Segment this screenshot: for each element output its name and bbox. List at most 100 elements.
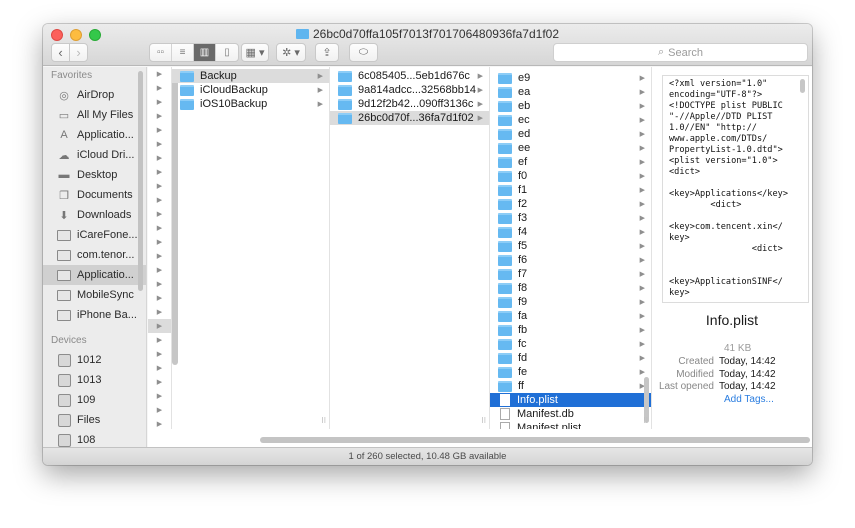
disclosure-arrow-icon[interactable]: ▶ — [148, 137, 171, 151]
disclosure-arrow-icon[interactable]: ▶ — [148, 95, 171, 109]
file-row[interactable]: Manifest.db — [490, 407, 651, 421]
folder-row[interactable]: ea ▶ — [490, 85, 651, 99]
item-name: f2 — [518, 198, 528, 210]
folder-row[interactable]: f6 ▶ — [490, 253, 651, 267]
folder-row[interactable]: f0 ▶ — [490, 169, 651, 183]
forward-button[interactable]: › — [69, 43, 88, 62]
disclosure-arrow-icon[interactable]: ▶ — [148, 151, 171, 165]
folder-row[interactable]: ec ▶ — [490, 113, 651, 127]
preview-scrollbar[interactable] — [800, 79, 805, 93]
folder-row[interactable]: f9 ▶ — [490, 295, 651, 309]
disclosure-arrow-icon: ▶ — [639, 201, 645, 208]
item-name: ed — [518, 128, 531, 140]
disclosure-arrow-icon[interactable]: ▶ — [148, 291, 171, 305]
sidebar-device[interactable]: 1013 — [43, 370, 146, 390]
disclosure-arrow-icon[interactable]: ▶ — [148, 319, 171, 333]
search-input[interactable]: ⌕ Search — [553, 43, 808, 62]
file-row[interactable]: Info.plist — [490, 393, 651, 407]
column-resize-handle[interactable]: II — [644, 416, 648, 425]
share-button[interactable]: ⇪ — [315, 43, 339, 62]
sidebar-item[interactable]: com.tenor... — [43, 245, 146, 265]
sidebar-item[interactable]: MobileSync — [43, 285, 146, 305]
horizontal-scrollbar[interactable] — [260, 437, 810, 443]
sidebar-item[interactable]: ☁ iCloud Dri... — [43, 145, 146, 165]
column-view-button[interactable]: ▥ — [194, 44, 216, 61]
disclosure-arrow-icon[interactable]: ▶ — [148, 249, 171, 263]
disclosure-arrow-icon[interactable]: ▶ — [148, 277, 171, 291]
cover-flow-button[interactable]: ▯ — [216, 44, 238, 61]
sidebar-item[interactable]: iCareFone... — [43, 225, 146, 245]
sidebar-item[interactable]: ◎ AirDrop — [43, 85, 146, 105]
file-row[interactable]: Manifest.plist — [490, 421, 651, 429]
column-resize-handle[interactable]: II — [482, 416, 486, 425]
folder-row[interactable]: e9 ▶ — [490, 71, 651, 85]
folder-row[interactable]: ed ▶ — [490, 127, 651, 141]
folder-row[interactable]: 9d12f2b42...090ff3136c ▶ — [330, 97, 489, 111]
sidebar-item[interactable]: ⬇ Downloads — [43, 205, 146, 225]
folder-row[interactable]: fe ▶ — [490, 365, 651, 379]
disclosure-arrow-icon[interactable]: ▶ — [148, 235, 171, 249]
folder-row[interactable]: f7 ▶ — [490, 267, 651, 281]
folder-row[interactable]: ee ▶ — [490, 141, 651, 155]
folder-row[interactable]: ff ▶ — [490, 379, 651, 393]
disclosure-arrow-icon[interactable]: ▶ — [148, 375, 171, 389]
sidebar-device[interactable]: 109 — [43, 390, 146, 410]
sidebar-item[interactable]: ❐ Documents — [43, 185, 146, 205]
folder-row[interactable]: eb ▶ — [490, 99, 651, 113]
folder-row[interactable]: fc ▶ — [490, 337, 651, 351]
disclosure-arrow-icon[interactable]: ▶ — [148, 207, 171, 221]
arrange-button[interactable]: ▦ ▾ — [241, 43, 269, 62]
disclosure-arrow-icon[interactable]: ▶ — [148, 123, 171, 137]
document-icon — [500, 394, 510, 406]
folder-row[interactable]: iOS10Backup ▶ — [172, 97, 329, 111]
folder-row[interactable]: 6c085405...5eb1d676c ▶ — [330, 69, 489, 83]
folder-row[interactable]: f1 ▶ — [490, 183, 651, 197]
folder-row[interactable]: f4 ▶ — [490, 225, 651, 239]
folder-row[interactable]: 26bc0d70f...36fa7d1f02 ▶ — [330, 111, 489, 125]
add-tags-link[interactable]: Add Tags... — [652, 394, 812, 405]
disclosure-arrow-icon[interactable]: ▶ — [148, 389, 171, 403]
tags-button[interactable]: ⬭ — [349, 43, 378, 62]
folder-row[interactable]: f5 ▶ — [490, 239, 651, 253]
sidebar-scrollbar[interactable] — [138, 71, 143, 291]
folder-row[interactable]: 9a814adcc...32568bb14 ▶ — [330, 83, 489, 97]
folder-row[interactable]: f8 ▶ — [490, 281, 651, 295]
sidebar-device[interactable]: Files — [43, 410, 146, 430]
icloud-icon: ☁ — [58, 149, 70, 162]
folder-row[interactable]: f2 ▶ — [490, 197, 651, 211]
disclosure-arrow-icon[interactable]: ▶ — [148, 67, 171, 81]
disclosure-arrow-icon[interactable]: ▶ — [148, 361, 171, 375]
disclosure-arrow-icon[interactable]: ▶ — [148, 333, 171, 347]
folder-row[interactable]: ef ▶ — [490, 155, 651, 169]
disclosure-arrow-icon[interactable]: ▶ — [148, 109, 171, 123]
list-view-button[interactable]: ≡ — [172, 44, 194, 61]
disclosure-arrow-icon[interactable]: ▶ — [148, 179, 171, 193]
folder-row[interactable]: fb ▶ — [490, 323, 651, 337]
sidebar-item[interactable]: ▬ Desktop — [43, 165, 146, 185]
disclosure-arrow-icon[interactable]: ▶ — [148, 417, 171, 429]
folder-icon — [498, 184, 512, 196]
disclosure-arrow-icon[interactable]: ▶ — [148, 347, 171, 361]
sidebar-item[interactable]: Applicatio... — [43, 265, 146, 285]
sidebar-item[interactable]: A Applicatio... — [43, 125, 146, 145]
sidebar-item[interactable]: iPhone Ba... — [43, 305, 146, 325]
folder-row[interactable]: fa ▶ — [490, 309, 651, 323]
disclosure-arrow-icon[interactable]: ▶ — [148, 221, 171, 235]
sidebar-device[interactable]: 1012 — [43, 350, 146, 370]
sidebar-item[interactable]: ▭ All My Files — [43, 105, 146, 125]
sidebar-device[interactable]: 108 — [43, 430, 146, 447]
disclosure-arrow-icon[interactable]: ▶ — [148, 165, 171, 179]
folder-row[interactable]: f3 ▶ — [490, 211, 651, 225]
disclosure-arrow-icon[interactable]: ▶ — [148, 193, 171, 207]
folder-row[interactable]: Backup ▶ — [172, 69, 329, 83]
folder-row[interactable]: iCloudBackup ▶ — [172, 83, 329, 97]
disclosure-arrow-icon[interactable]: ▶ — [148, 305, 171, 319]
icon-view-button[interactable]: ▫▫ — [150, 44, 172, 61]
disclosure-arrow-icon[interactable]: ▶ — [148, 263, 171, 277]
back-button[interactable]: ‹ — [51, 43, 70, 62]
disclosure-arrow-icon[interactable]: ▶ — [148, 81, 171, 95]
column-resize-handle[interactable]: II — [322, 416, 326, 425]
action-button[interactable]: ✲ ▾ — [276, 43, 306, 62]
disclosure-arrow-icon[interactable]: ▶ — [148, 403, 171, 417]
folder-row[interactable]: fd ▶ — [490, 351, 651, 365]
